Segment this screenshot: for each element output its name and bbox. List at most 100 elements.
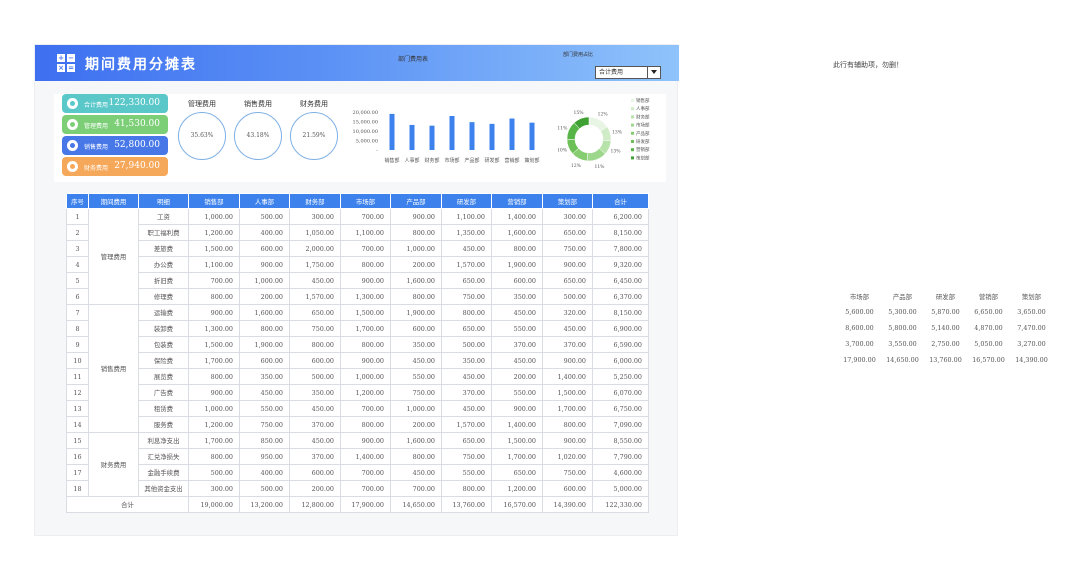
- value-cell[interactable]: 8,150.00: [592, 304, 649, 321]
- bar[interactable]: [409, 124, 415, 150]
- detail-cell[interactable]: 金融手续费: [138, 464, 189, 481]
- value-cell[interactable]: 900.00: [239, 256, 290, 273]
- total-cell[interactable]: 14,650.00: [390, 496, 442, 513]
- row-index[interactable]: 4: [66, 256, 89, 273]
- value-cell[interactable]: 6,590.00: [592, 336, 649, 353]
- side-cell[interactable]: 8,600.00: [838, 320, 881, 336]
- value-cell[interactable]: 450.00: [289, 432, 341, 449]
- value-cell[interactable]: 800.00: [188, 288, 240, 305]
- table-row[interactable]: 4 办公费 1,100.00 900.00 1,750.00 800.00 200.00 1,…: [66, 256, 649, 273]
- value-cell[interactable]: 800.00: [188, 368, 240, 385]
- value-cell[interactable]: 450.00: [542, 320, 593, 337]
- value-cell[interactable]: 550.00: [390, 368, 442, 385]
- value-cell[interactable]: 900.00: [542, 432, 593, 449]
- value-cell[interactable]: 800.00: [340, 336, 391, 353]
- value-cell[interactable]: 1,500.00: [542, 384, 593, 401]
- value-cell[interactable]: 6,200.00: [592, 208, 649, 225]
- value-cell[interactable]: 900.00: [542, 256, 593, 273]
- value-cell[interactable]: 1,600.00: [390, 432, 442, 449]
- value-cell[interactable]: 700.00: [188, 272, 240, 289]
- value-cell[interactable]: 500.00: [239, 208, 290, 225]
- value-cell[interactable]: 550.00: [441, 464, 492, 481]
- value-cell[interactable]: 370.00: [542, 336, 593, 353]
- total-cell[interactable]: 13,760.00: [441, 496, 492, 513]
- detail-cell[interactable]: 保险费: [138, 352, 189, 369]
- row-index[interactable]: 1: [66, 208, 89, 225]
- value-cell[interactable]: 700.00: [340, 480, 391, 497]
- value-cell[interactable]: 1,300.00: [188, 320, 240, 337]
- detail-cell[interactable]: 展览费: [138, 368, 189, 385]
- value-cell[interactable]: 800.00: [441, 480, 492, 497]
- value-cell[interactable]: 1,350.00: [441, 224, 492, 241]
- value-cell[interactable]: 1,200.00: [491, 480, 543, 497]
- value-cell[interactable]: 600.00: [239, 240, 290, 257]
- table-row[interactable]: 2 职工福利费 1,200.00 400.00 1,050.00 1,100.00 800.…: [66, 224, 649, 241]
- value-cell[interactable]: 6,450.00: [592, 272, 649, 289]
- value-cell[interactable]: 600.00: [239, 352, 290, 369]
- total-cell[interactable]: 16,570.00: [491, 496, 543, 513]
- detail-cell[interactable]: 其他资金支出: [138, 480, 189, 497]
- value-cell[interactable]: 200.00: [239, 288, 290, 305]
- value-cell[interactable]: 1,200.00: [188, 224, 240, 241]
- table-row[interactable]: 10 保险费 1,700.00 600.00 600.00 900.00 450.00 350…: [66, 352, 649, 369]
- value-cell[interactable]: 1,000.00: [239, 272, 290, 289]
- value-cell[interactable]: 800.00: [390, 288, 442, 305]
- value-cell[interactable]: 1,200.00: [340, 384, 391, 401]
- value-cell[interactable]: 950.00: [239, 448, 290, 465]
- column-header[interactable]: 策划部: [542, 193, 593, 209]
- side-cell[interactable]: 3,550.00: [881, 336, 924, 352]
- value-cell[interactable]: 1,400.00: [491, 208, 543, 225]
- column-header[interactable]: 期间费用: [88, 193, 139, 209]
- table-row[interactable]: 1 管理费用 工资 1,000.00 500.00 300.00 700.00 900.00 1…: [66, 208, 649, 305]
- value-cell[interactable]: 800.00: [390, 448, 442, 465]
- total-cell[interactable]: 13,200.00: [239, 496, 290, 513]
- value-cell[interactable]: 350.00: [441, 352, 492, 369]
- side-cell[interactable]: 16,570.00: [967, 352, 1010, 368]
- value-cell[interactable]: 500.00: [289, 368, 341, 385]
- value-cell[interactable]: 1,570.00: [441, 416, 492, 433]
- value-cell[interactable]: 900.00: [340, 352, 391, 369]
- detail-cell[interactable]: 服务费: [138, 416, 189, 433]
- detail-cell[interactable]: 租赁费: [138, 400, 189, 417]
- row-index[interactable]: 18: [66, 480, 89, 497]
- detail-cell[interactable]: 办公费: [138, 256, 189, 273]
- value-cell[interactable]: 650.00: [441, 320, 492, 337]
- value-cell[interactable]: 600.00: [491, 272, 543, 289]
- value-cell[interactable]: 450.00: [491, 304, 543, 321]
- row-index[interactable]: 7: [66, 304, 89, 321]
- value-cell[interactable]: 650.00: [542, 224, 593, 241]
- value-cell[interactable]: 800.00: [289, 336, 341, 353]
- value-cell[interactable]: 1,400.00: [491, 416, 543, 433]
- value-cell[interactable]: 370.00: [289, 448, 341, 465]
- row-index[interactable]: 11: [66, 368, 89, 385]
- value-cell[interactable]: 320.00: [542, 304, 593, 321]
- value-cell[interactable]: 6,000.00: [592, 352, 649, 369]
- chevron-down-icon[interactable]: [647, 67, 660, 78]
- value-cell[interactable]: 200.00: [390, 256, 442, 273]
- group-cell[interactable]: 管理费用: [88, 208, 139, 305]
- value-cell[interactable]: 1,000.00: [390, 400, 442, 417]
- detail-cell[interactable]: 运输费: [138, 304, 189, 321]
- value-cell[interactable]: 200.00: [390, 416, 442, 433]
- table-row[interactable]: 16 汇兑净损失 800.00 950.00 370.00 1,400.00 800.00 7…: [66, 448, 649, 465]
- value-cell[interactable]: 4,600.00: [592, 464, 649, 481]
- side-cell[interactable]: 2,750.00: [924, 336, 967, 352]
- column-header[interactable]: 人事部: [239, 193, 290, 209]
- row-index[interactable]: 17: [66, 464, 89, 481]
- value-cell[interactable]: 800.00: [441, 304, 492, 321]
- side-cell[interactable]: 3,700.00: [838, 336, 881, 352]
- row-index[interactable]: 14: [66, 416, 89, 433]
- value-cell[interactable]: 900.00: [542, 352, 593, 369]
- value-cell[interactable]: 500.00: [239, 480, 290, 497]
- value-cell[interactable]: 350.00: [491, 288, 543, 305]
- value-cell[interactable]: 370.00: [441, 384, 492, 401]
- total-cell[interactable]: 17,900.00: [340, 496, 391, 513]
- value-cell[interactable]: 600.00: [289, 352, 341, 369]
- value-cell[interactable]: 650.00: [542, 272, 593, 289]
- table-row[interactable]: 17 金融手续费 500.00 400.00 600.00 700.00 450.00 550…: [66, 464, 649, 481]
- side-cell[interactable]: 5,870.00: [924, 304, 967, 320]
- row-index[interactable]: 3: [66, 240, 89, 257]
- value-cell[interactable]: 8,150.00: [592, 224, 649, 241]
- side-cell[interactable]: 5,300.00: [881, 304, 924, 320]
- value-cell[interactable]: 1,500.00: [491, 432, 543, 449]
